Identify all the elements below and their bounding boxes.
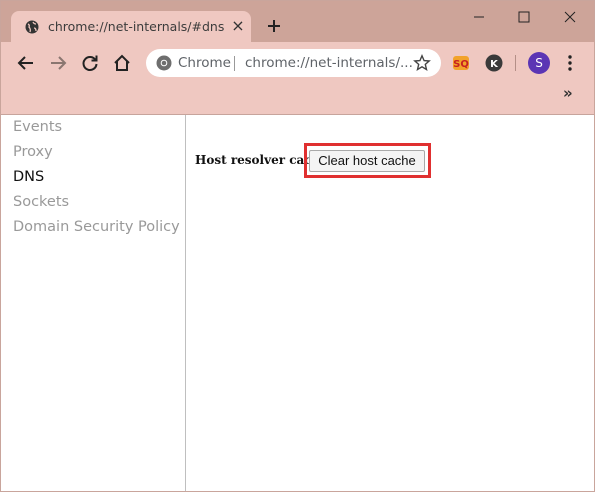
home-icon[interactable] — [112, 53, 132, 73]
browser-window: chrome://net-internals/#dns × Chrome chr… — [0, 0, 595, 492]
clear-host-cache-button[interactable]: Clear host cache — [309, 150, 425, 172]
kebab-menu-icon[interactable] — [562, 54, 578, 72]
back-arrow-icon[interactable] — [16, 53, 36, 73]
bookmarks-overflow-icon[interactable]: » — [563, 84, 573, 102]
minimize-button[interactable] — [456, 1, 502, 33]
dns-panel: Host resolver cache Clear host cache — [187, 115, 594, 491]
sidebar-item-domain-security-policy[interactable]: Domain Security Policy — [13, 219, 180, 235]
svg-text:K: K — [490, 59, 499, 70]
sidebar-item-events[interactable]: Events — [13, 119, 62, 135]
forward-arrow-icon[interactable] — [48, 53, 68, 73]
profile-avatar[interactable]: S — [528, 52, 550, 74]
net-internals-sidebar: Events Proxy DNS Sockets Domain Security… — [1, 115, 186, 491]
browser-toolbar: Chrome chrome://net-internals/... SQ K S… — [1, 42, 594, 115]
omnibox-separator — [234, 56, 235, 71]
site-label: Chrome — [178, 55, 231, 71]
tab-title: chrome://net-internals/#dns — [48, 19, 225, 34]
svg-text:SQ: SQ — [453, 59, 469, 70]
url-text[interactable]: chrome://net-internals/... — [245, 55, 413, 71]
reload-icon[interactable] — [80, 53, 100, 73]
window-close-button[interactable] — [547, 1, 593, 33]
new-tab-plus-icon[interactable] — [264, 16, 284, 36]
address-bar[interactable]: Chrome chrome://net-internals/... — [146, 49, 441, 77]
tab-strip: chrome://net-internals/#dns × — [1, 1, 594, 43]
close-icon — [564, 11, 576, 23]
maximize-icon — [518, 11, 530, 23]
sidebar-item-sockets[interactable]: Sockets — [13, 194, 69, 210]
globe-icon — [25, 20, 39, 34]
chrome-logo-icon — [156, 55, 172, 71]
sidebar-item-proxy[interactable]: Proxy — [13, 144, 53, 160]
toolbar-divider — [515, 55, 516, 71]
maximize-button[interactable] — [501, 1, 547, 33]
so-extension-icon[interactable]: SQ — [452, 54, 470, 72]
close-icon[interactable]: × — [229, 17, 247, 35]
star-bookmark-icon[interactable] — [413, 54, 431, 72]
sidebar-item-dns[interactable]: DNS — [13, 169, 44, 185]
active-tab[interactable]: chrome://net-internals/#dns × — [11, 11, 251, 43]
minimize-icon — [474, 16, 484, 18]
k-extension-icon[interactable]: K — [485, 54, 503, 72]
